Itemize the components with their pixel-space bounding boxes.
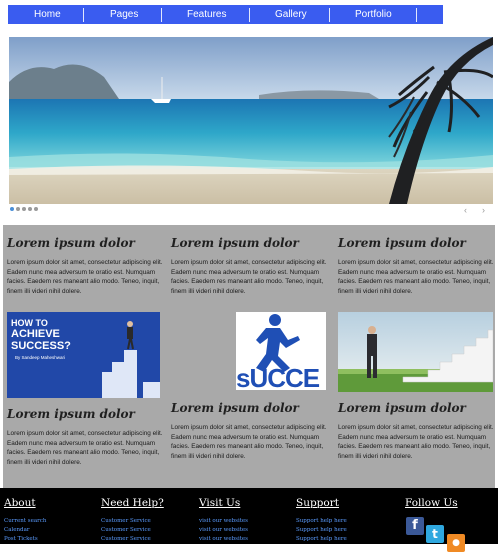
footer-visit-heading[interactable]: Visit Us	[199, 497, 240, 509]
footer-support-link[interactable]: Support help here	[296, 518, 347, 524]
footer-support-heading[interactable]: Support	[296, 497, 339, 509]
nav-home[interactable]: Home	[34, 5, 61, 24]
footer-about-link[interactable]: Current search	[4, 518, 46, 524]
slider-dot[interactable]	[22, 207, 26, 211]
facebook-icon[interactable]: f	[406, 517, 424, 535]
column-1-heading: Lorem ipsum dolor	[7, 236, 135, 250]
footer-help-link[interactable]: Customer Service	[101, 527, 151, 533]
column-2-text-2: Lorem ipsum dolor sit amet, consectetur …	[171, 424, 327, 460]
column-1-text-2: Lorem ipsum dolor sit amet, consectetur …	[7, 430, 163, 466]
content-area: Lorem ipsum dolor Lorem ipsum dolor sit …	[3, 225, 495, 488]
column-3-heading: Lorem ipsum dolor	[338, 236, 466, 250]
column-3-heading-2: Lorem ipsum dolor	[338, 401, 466, 415]
column-2-heading: Lorem ipsum dolor	[171, 236, 299, 250]
footer-help-link[interactable]: Customer Service	[101, 518, 151, 524]
twitter-icon[interactable]: t	[426, 525, 444, 543]
footer-follow-heading[interactable]: Follow Us	[405, 497, 458, 509]
beach-palm-illustration	[9, 37, 493, 204]
column-3-text-2: Lorem ipsum dolor sit amet, consectetur …	[338, 424, 494, 460]
footer-about-heading[interactable]: About	[4, 497, 36, 509]
achieve-success-image: HOW TO ACHIEVE SUCCESS? By Sandeep Mahes…	[7, 312, 160, 398]
column-2-text: Lorem ipsum dolor sit amet, consectetur …	[171, 259, 327, 295]
slider-dot[interactable]	[28, 207, 32, 211]
nav-portfolio[interactable]: Portfolio	[355, 5, 392, 24]
footer-about-link[interactable]: Calendar	[4, 527, 29, 533]
footer-support-link[interactable]: Support help here	[296, 536, 347, 542]
footer-visit-link[interactable]: visit our websites	[199, 536, 248, 542]
nav-divider	[161, 8, 162, 22]
slider-dot[interactable]	[10, 207, 14, 211]
column-3-text: Lorem ipsum dolor sit amet, consectetur …	[338, 259, 494, 295]
footer-visit-link[interactable]: visit our websites	[199, 518, 248, 524]
slider-dot[interactable]	[16, 207, 20, 211]
image-slider: ‹ ›	[3, 32, 495, 221]
book-title-line1: HOW TO	[11, 318, 48, 328]
footer-help-heading[interactable]: Need Help?	[101, 497, 164, 509]
businessman-stairs-image	[338, 312, 493, 392]
top-navigation: Home Pages Features Gallery Portfolio Co…	[0, 0, 498, 35]
success-runner-image: sUCCE	[236, 312, 326, 390]
nav-bar: Home Pages Features Gallery Portfolio	[8, 5, 443, 24]
column-1-heading-2: Lorem ipsum dolor	[7, 407, 135, 421]
nav-divider	[83, 8, 84, 22]
nav-pages[interactable]: Pages	[110, 5, 138, 24]
businessman-stairs-illustration	[338, 312, 493, 392]
nav-divider	[416, 8, 417, 22]
slider-prev-arrow-icon[interactable]: ‹	[464, 205, 467, 215]
nav-gallery[interactable]: Gallery	[275, 5, 307, 24]
success-runner-illustration: sUCCE	[236, 312, 326, 390]
footer-help-link[interactable]: Customer Service	[101, 536, 151, 542]
nav-divider	[329, 8, 330, 22]
book-title-line3: SUCCESS?	[11, 340, 71, 352]
rss-icon[interactable]: ●	[447, 534, 465, 552]
footer-about-link[interactable]: Post Tickets	[4, 536, 38, 542]
nav-divider	[249, 8, 250, 22]
footer-visit-link[interactable]: visit our websites	[199, 527, 248, 533]
book-title-line2: ACHIEVE	[11, 328, 60, 340]
slider-next-arrow-icon[interactable]: ›	[482, 205, 485, 215]
column-2-heading-2: Lorem ipsum dolor	[171, 401, 299, 415]
nav-features[interactable]: Features	[187, 5, 226, 24]
footer-support-link[interactable]: Support help here	[296, 527, 347, 533]
beach-slide-image	[9, 37, 493, 204]
slider-dot[interactable]	[34, 207, 38, 211]
footer: About Current search Calendar Post Ticke…	[0, 488, 498, 552]
svg-text:sUCCE: sUCCE	[236, 363, 320, 390]
column-1-text: Lorem ipsum dolor sit amet, consectetur …	[7, 259, 163, 295]
book-author: By Sandeep Maheshwari	[15, 355, 66, 360]
